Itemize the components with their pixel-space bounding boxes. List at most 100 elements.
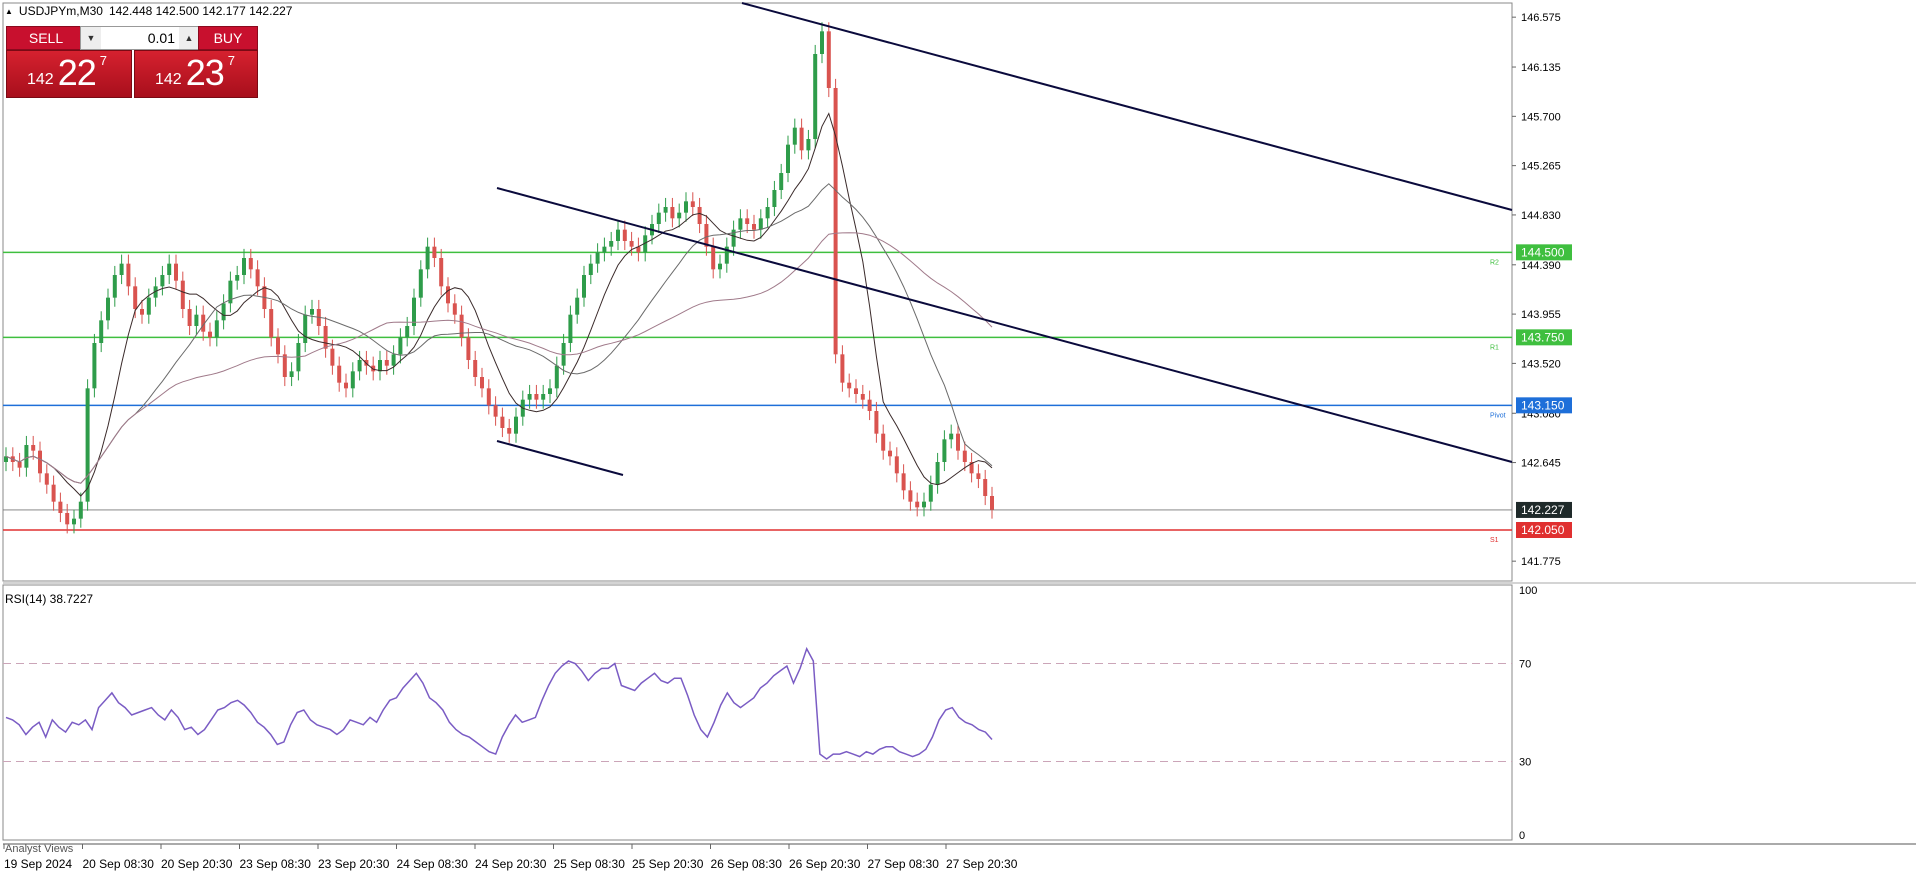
bid-price-sup: 7 — [99, 53, 107, 68]
time-tick-label: 20 Sep 20:30 — [161, 857, 233, 871]
price-tick-label: 145.700 — [1521, 111, 1561, 123]
candle-body — [854, 388, 858, 394]
candle-body — [65, 513, 70, 525]
candle-body — [874, 411, 879, 434]
candle-body — [792, 127, 797, 145]
candle-body — [962, 450, 967, 462]
price-tick-label: 145.265 — [1521, 161, 1561, 173]
candle-body — [187, 309, 192, 326]
symbol-name: USDJPYm,M30 — [18, 4, 103, 18]
candle-body — [928, 484, 933, 502]
candle-body — [405, 326, 410, 338]
candle-body — [820, 31, 824, 54]
candle-body — [622, 229, 627, 241]
candle-body — [956, 433, 960, 451]
candle-body — [398, 337, 403, 355]
candle-body — [418, 269, 423, 298]
lot-increase-icon[interactable]: ▲ — [179, 27, 199, 49]
level-tag-s1: S1 — [1490, 537, 1499, 544]
buy-button[interactable]: BUY — [198, 26, 258, 50]
time-tick-label: 19 Sep 2024 — [4, 857, 72, 871]
candle-body — [242, 258, 246, 275]
level-tag-r2: R2 — [1490, 259, 1499, 266]
symbol-collapse-icon[interactable]: ▲ — [5, 7, 13, 16]
candle-body — [235, 275, 240, 281]
price-tick-label: 146.135 — [1521, 62, 1561, 74]
candle-body — [126, 263, 131, 287]
candle-body — [548, 388, 552, 394]
candle-body — [439, 258, 444, 287]
candle-body — [473, 360, 478, 377]
ask-price-prefix: 142 — [155, 71, 182, 88]
candle-body — [684, 201, 688, 213]
candle-body — [500, 416, 505, 428]
candle-body — [711, 246, 716, 270]
candle-body — [119, 263, 124, 275]
candle-body — [813, 54, 818, 139]
chart-canvas[interactable]: 146.575 146.135 145.700 145.265 144.830 144.3… — [0, 0, 1916, 874]
candle-body — [534, 394, 539, 400]
candle-body — [493, 405, 498, 417]
candle-body — [221, 303, 226, 321]
analyst-views-tab[interactable]: Analyst Views — [5, 843, 73, 855]
candle-body — [779, 173, 784, 190]
candle-body — [480, 377, 484, 389]
candle-body — [72, 518, 76, 525]
candle-body — [269, 309, 274, 338]
level-tag-pivot: Pivot — [1490, 412, 1506, 419]
time-tick-label: 25 Sep 08:30 — [554, 857, 626, 871]
candle-body — [106, 297, 110, 321]
candle-body — [847, 382, 852, 389]
candle-body — [344, 382, 348, 389]
candle-body — [194, 314, 199, 326]
ask-price-button[interactable]: 142 23 7 — [134, 50, 258, 98]
candle-body — [255, 269, 260, 287]
candle-body — [459, 314, 464, 338]
one-click-trading-panel: SELL ▼ ▲ BUY 142 22 7 142 23 7 — [6, 26, 258, 98]
candle-body — [466, 337, 471, 360]
time-tick-label: 26 Sep 08:30 — [711, 857, 783, 871]
candle-body — [826, 31, 831, 88]
candle-body — [670, 207, 675, 219]
candle-body — [799, 127, 804, 151]
candle-body — [765, 207, 770, 219]
candle-body — [425, 246, 430, 270]
ask-price-big: 23 — [185, 52, 225, 93]
candle-body — [867, 399, 872, 411]
candle-body — [330, 348, 335, 366]
lot-size-input[interactable] — [101, 29, 179, 47]
candle-body — [718, 263, 722, 270]
candle-body — [432, 246, 437, 258]
candle-body — [31, 445, 36, 451]
ask-price-sup: 7 — [227, 53, 235, 68]
time-tick-label: 24 Sep 20:30 — [475, 857, 547, 871]
candle-body — [310, 309, 314, 315]
candle-body — [745, 218, 750, 224]
candle-body — [663, 207, 668, 213]
bid-price-button[interactable]: 142 22 7 — [6, 50, 132, 98]
candle-body — [942, 439, 947, 462]
candle-body — [214, 320, 219, 338]
candle-body — [357, 360, 362, 372]
time-tick-label: 23 Sep 20:30 — [318, 857, 390, 871]
sell-button[interactable]: SELL — [6, 26, 86, 50]
price-tick-label: 144.830 — [1521, 210, 1561, 222]
candle-body — [738, 218, 743, 230]
price-tick-label: 143.520 — [1521, 358, 1561, 370]
lot-decrease-icon[interactable]: ▼ — [81, 27, 101, 49]
candle-body — [772, 190, 777, 207]
rsi-tick-label: 70 — [1519, 659, 1531, 671]
candle-body — [990, 496, 994, 510]
time-tick-label: 27 Sep 08:30 — [868, 857, 940, 871]
candle-body — [758, 218, 763, 230]
candle-body — [378, 360, 382, 372]
candle-body — [922, 501, 926, 508]
price-tick-label: 143.955 — [1521, 309, 1561, 321]
candle-body — [337, 365, 342, 383]
candle-body — [146, 297, 151, 315]
candle-body — [452, 303, 457, 315]
candle-body — [901, 473, 906, 491]
candle-body — [806, 139, 811, 151]
lot-size-stepper[interactable]: ▼ ▲ — [80, 26, 200, 50]
candle-body — [881, 433, 886, 451]
